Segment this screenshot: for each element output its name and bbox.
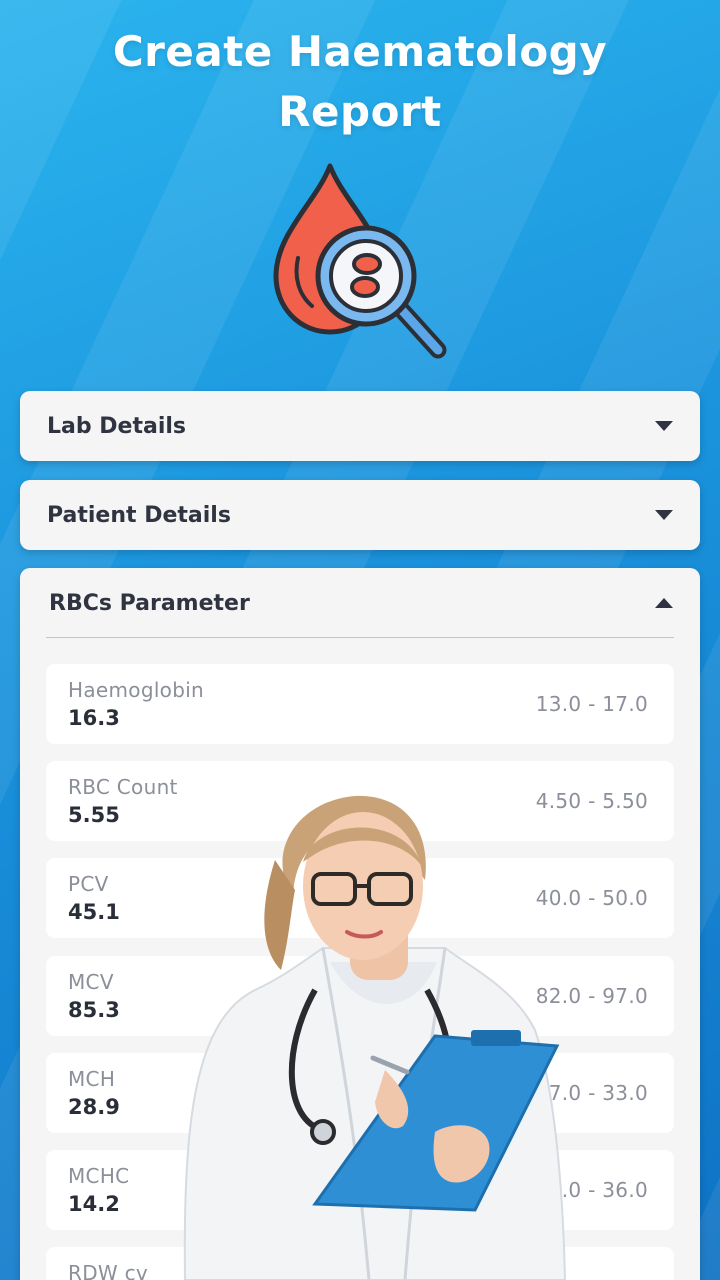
- parameter-name: RDW cv: [68, 1261, 149, 1280]
- patient-details-card[interactable]: Patient Details: [20, 480, 700, 550]
- parameter-name: MCV: [68, 970, 114, 994]
- parameter-row-haemoglobin[interactable]: Haemoglobin 16.3 13.0 - 17.0: [46, 664, 674, 744]
- chevron-down-icon[interactable]: [654, 420, 674, 432]
- doctor-illustration: [183, 795, 567, 1280]
- lab-details-label: Lab Details: [47, 413, 186, 439]
- page-title-line-1: Create Haematology: [112, 27, 608, 76]
- parameter-name: PCV: [68, 872, 109, 896]
- parameter-value: 85.3: [68, 998, 120, 1022]
- page-title: Create Haematology Report: [0, 22, 720, 142]
- parameter-name: MCH: [68, 1067, 116, 1091]
- patient-details-label: Patient Details: [47, 502, 231, 528]
- parameter-value: 5.55: [68, 803, 120, 827]
- parameter-name: MCHC: [68, 1164, 130, 1188]
- chevron-down-icon[interactable]: [654, 509, 674, 521]
- chevron-up-icon[interactable]: [654, 597, 674, 609]
- parameter-name: Haemoglobin: [68, 678, 205, 702]
- parameter-range: 13.0 - 17.0: [535, 692, 648, 716]
- rbc-parameter-header[interactable]: RBCs Parameter: [20, 568, 700, 638]
- parameter-value: 14.2: [68, 1192, 120, 1216]
- parameter-value: 16.3: [68, 706, 120, 730]
- rbc-parameter-label: RBCs Parameter: [49, 590, 250, 616]
- lab-details-card[interactable]: Lab Details: [20, 391, 700, 461]
- blood-drop-magnifier-icon: [273, 163, 447, 359]
- page-title-line-2: Report: [278, 87, 442, 136]
- parameter-value: 28.9: [68, 1095, 120, 1119]
- lab-details-header[interactable]: Lab Details: [20, 391, 700, 461]
- section-divider: [46, 637, 674, 638]
- parameter-value: 45.1: [68, 900, 120, 924]
- patient-details-header[interactable]: Patient Details: [20, 480, 700, 550]
